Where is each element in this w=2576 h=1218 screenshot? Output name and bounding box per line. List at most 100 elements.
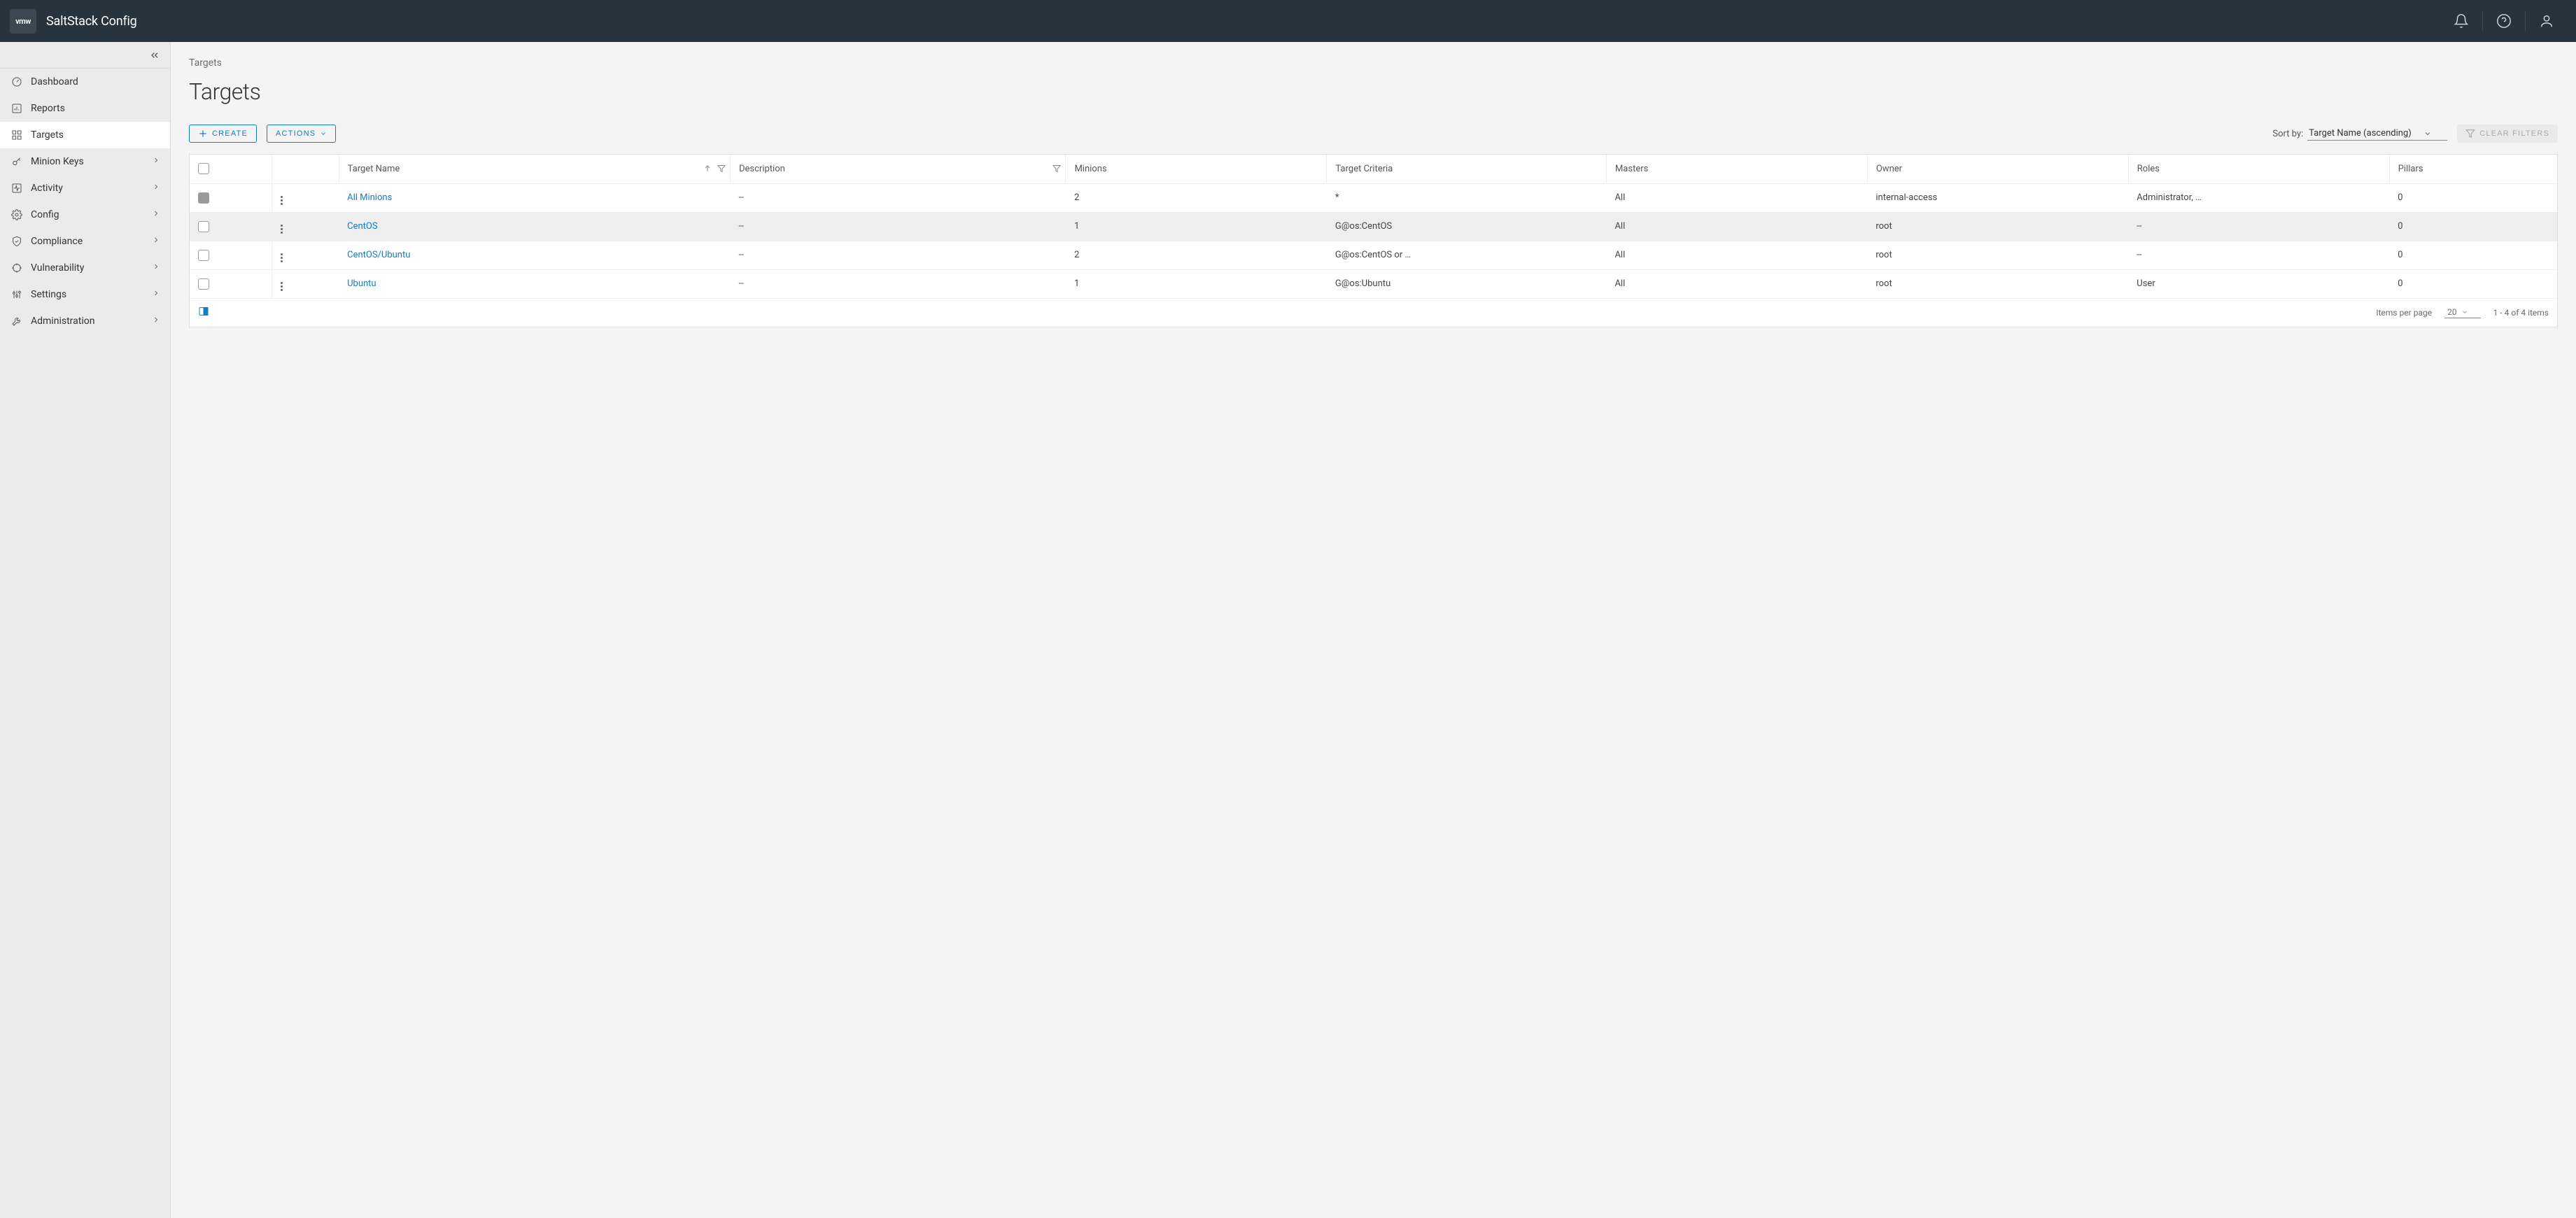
sidebar-collapse-button[interactable] [0,42,170,69]
sliders-icon [11,289,22,300]
activity-icon [11,183,22,194]
sidebar-item-activity[interactable]: Activity [0,175,170,201]
cell-minions: 2 [1066,241,1327,269]
bell-icon [2454,13,2469,29]
cell-pillars: 0 [2389,183,2557,212]
header-label: Description [739,164,785,174]
app-title: SaltStack Config [46,14,137,29]
cell-owner: root [1867,212,2128,241]
chevron-right-icon [152,262,160,274]
header-roles[interactable]: Roles [2128,155,2389,183]
header-select-all[interactable] [190,155,272,183]
target-name-link[interactable]: CentOS/Ubuntu [347,250,410,260]
logo-text: vmw [15,17,31,26]
sidebar-item-reports[interactable]: Reports [0,95,170,122]
sidebar-item-label: Reports [31,103,160,114]
sort-select[interactable]: Target Name (ascending) [2307,127,2447,141]
checkbox-icon [198,192,209,204]
nav-list: Dashboard Reports TargetsMinion KeysActivi… [0,69,170,334]
sidebar-item-vulnerability[interactable]: Vulnerability [0,255,170,281]
notifications-button[interactable] [2440,0,2482,42]
cell-target-name[interactable]: CentOS/Ubuntu [339,241,730,269]
cell-criteria: G@os:CentOS [1327,212,1607,241]
vmware-logo: vmw [10,9,36,34]
cell-target-name[interactable]: Ubuntu [339,269,730,298]
targets-grid: Target Name Description [189,154,2558,327]
sidebar-item-minion-keys[interactable]: Minion Keys [0,148,170,175]
cell-target-name[interactable]: CentOS [339,212,730,241]
user-icon [2539,13,2554,29]
row-checkbox-cell[interactable] [190,241,272,269]
header-description[interactable]: Description [730,155,1065,183]
header-pillars[interactable]: Pillars [2389,155,2557,183]
sidebar-item-label: Dashboard [31,76,160,87]
target-name-link[interactable]: All Minions [347,192,392,203]
checkbox-icon [198,278,209,290]
cell-pillars: 0 [2389,269,2557,298]
wrench-icon [11,316,22,327]
header-label: Target Name [348,164,400,174]
sidebar-item-label: Settings [31,289,143,300]
cell-roles: -- [2128,241,2389,269]
cell-roles: Administrator, … [2128,183,2389,212]
header-label: Owner [1876,164,1902,174]
gear-icon [11,209,22,220]
header-criteria[interactable]: Target Criteria [1327,155,1607,183]
shield-icon [11,236,22,247]
header-minions[interactable]: Minions [1066,155,1327,183]
row-actions-cell[interactable] [272,269,339,298]
kebab-icon [281,225,283,234]
create-button[interactable]: CREATE [189,125,257,143]
row-actions-cell[interactable] [272,212,339,241]
table-row[interactable]: All Minions--2*Allinternal-accessAdminis… [190,183,2557,212]
header-target-name[interactable]: Target Name [339,155,730,183]
sidebar-item-compliance[interactable]: Compliance [0,228,170,255]
checkbox-icon [198,163,209,174]
cell-target-name[interactable]: All Minions [339,183,730,212]
grid-footer: Items per page 20 1 - 4 of 4 items [190,299,2557,327]
page-size-select[interactable]: 20 [2444,307,2481,318]
chevron-right-icon [152,316,160,327]
row-actions-cell[interactable] [272,183,339,212]
columns-icon [198,306,209,317]
key-icon [11,156,22,167]
table-row[interactable]: CentOS/Ubuntu--2G@os:CentOS or …Allroot-… [190,241,2557,269]
help-button[interactable] [2483,0,2525,42]
column-toggle-button[interactable] [198,306,209,319]
chevron-down-icon [2461,309,2468,316]
help-icon [2496,13,2512,29]
target-name-link[interactable]: CentOS [347,221,377,232]
barchart-icon [11,103,22,114]
row-actions-cell[interactable] [272,241,339,269]
kebab-icon [281,282,283,291]
cell-roles: User [2128,269,2389,298]
row-checkbox-cell[interactable] [190,183,272,212]
shell: Dashboard Reports TargetsMinion KeysActivi… [0,42,2576,1218]
page-range: 1 - 4 of 4 items [2493,308,2549,318]
grid-icon [11,129,22,141]
cell-owner: root [1867,241,2128,269]
sidebar-item-label: Compliance [31,236,143,247]
header-masters[interactable]: Masters [1606,155,1867,183]
target-icon [11,262,22,274]
row-checkbox-cell[interactable] [190,269,272,298]
actions-button[interactable]: ACTIONS [267,125,336,143]
cell-description: -- [730,269,1065,298]
table-row[interactable]: CentOS--1G@os:CentOSAllroot--0 [190,212,2557,241]
header-owner[interactable]: Owner [1867,155,2128,183]
sidebar-item-targets[interactable]: Targets [0,122,170,148]
sidebar-item-settings[interactable]: Settings [0,281,170,308]
table-row[interactable]: Ubuntu--1G@os:UbuntuAllrootUser0 [190,269,2557,298]
sidebar-item-dashboard[interactable]: Dashboard [0,69,170,95]
toolbar: CREATE ACTIONS Sort by: Target Name (asc… [189,125,2558,143]
sidebar-item-administration[interactable]: Administration [0,308,170,334]
user-menu-button[interactable] [2526,0,2568,42]
chevron-right-icon [152,156,160,167]
target-name-link[interactable]: Ubuntu [347,278,376,289]
row-checkbox-cell[interactable] [190,212,272,241]
header-label: Roles [2137,164,2160,174]
cell-minions: 1 [1066,212,1327,241]
sidebar-item-config[interactable]: Config [0,201,170,228]
sort-value: Target Name (ascending) [2309,128,2412,139]
chevron-right-icon [152,289,160,300]
